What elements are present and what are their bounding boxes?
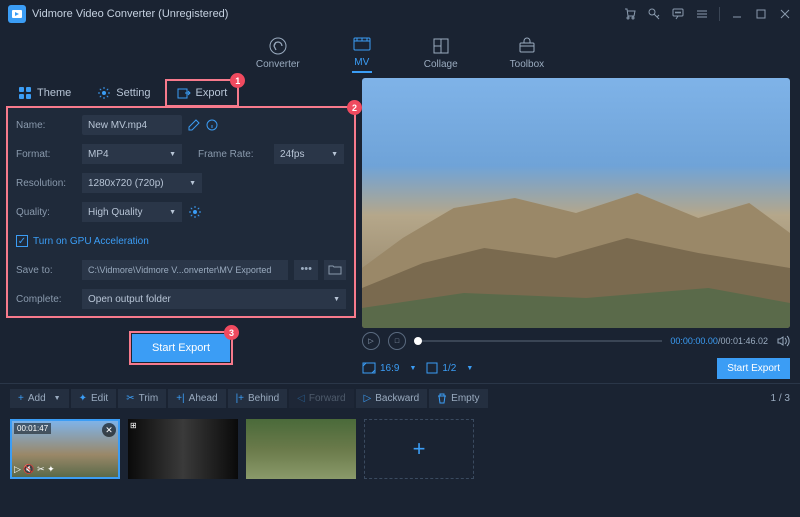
gpu-checkbox[interactable]: ✓ Turn on GPU Acceleration bbox=[16, 235, 149, 247]
right-panel: ▷ □ 00:00:00.00/00:01:46.02 16:9▼ 1/2▼ S… bbox=[362, 78, 800, 383]
video-preview[interactable] bbox=[362, 78, 790, 328]
minimize-icon[interactable] bbox=[730, 7, 744, 21]
clip-counter: 1 / 3 bbox=[771, 393, 790, 404]
ahead-button[interactable]: +|Ahead bbox=[168, 389, 225, 408]
volume-icon[interactable] bbox=[776, 334, 790, 348]
aspect-ratio-select[interactable]: 16:9▼ bbox=[362, 362, 416, 374]
browse-button[interactable]: ••• bbox=[294, 260, 318, 280]
thumbnail-1-close[interactable]: ✕ bbox=[102, 423, 116, 437]
resolution-label: Resolution: bbox=[16, 178, 76, 189]
app-logo bbox=[8, 5, 26, 23]
nav-converter[interactable]: Converter bbox=[256, 36, 300, 70]
open-folder-icon[interactable] bbox=[324, 260, 346, 280]
timecode: 00:00:00.00/00:01:46.02 bbox=[670, 336, 768, 346]
stop-button[interactable]: □ bbox=[388, 332, 406, 350]
tab-theme[interactable]: Theme bbox=[8, 81, 81, 105]
backward-button[interactable]: ▷Backward bbox=[356, 389, 428, 408]
key-icon[interactable] bbox=[647, 7, 661, 21]
export-form: Name: Format: MP4▼ Frame Rate: 24fps▼ Re… bbox=[8, 108, 354, 316]
edit-button[interactable]: ✦Edit bbox=[71, 389, 117, 408]
tab-setting[interactable]: Setting bbox=[87, 81, 160, 105]
saveto-label: Save to: bbox=[16, 265, 76, 276]
empty-button[interactable]: Empty bbox=[429, 389, 487, 408]
edit-name-icon[interactable] bbox=[188, 119, 200, 131]
nav-collage[interactable]: Collage bbox=[424, 36, 458, 70]
saveto-path: C:\Vidmore\Vidmore V...onverter\MV Expor… bbox=[82, 260, 288, 280]
quality-settings-icon[interactable] bbox=[188, 205, 202, 219]
badge-1: 1 bbox=[230, 73, 245, 88]
thumbnail-1-tools: ▷ 🔇 ✂ ✦ bbox=[14, 464, 55, 475]
format-select[interactable]: MP4▼ bbox=[82, 144, 182, 164]
nav-mv[interactable]: MV bbox=[352, 34, 372, 73]
thumbnail-3[interactable] bbox=[246, 419, 356, 479]
quality-label: Quality: bbox=[16, 207, 76, 218]
player-controls: ▷ □ 00:00:00.00/00:01:46.02 bbox=[362, 328, 790, 354]
framerate-label: Frame Rate: bbox=[198, 149, 268, 160]
forward-button[interactable]: ◁Forward bbox=[289, 389, 353, 408]
left-panel: Theme Setting Export 1 2 Name: bbox=[0, 78, 362, 383]
framerate-select[interactable]: 24fps▼ bbox=[274, 144, 344, 164]
thumbnail-2[interactable]: ⊞ bbox=[128, 419, 238, 479]
start-export-right-button[interactable]: Start Export bbox=[717, 358, 790, 379]
add-button[interactable]: +Add▼ bbox=[10, 389, 69, 408]
badge-2: 2 bbox=[347, 100, 362, 115]
complete-select[interactable]: Open output folder▼ bbox=[82, 289, 346, 309]
tab-export[interactable]: Export 1 bbox=[167, 81, 238, 105]
add-thumbnail-button[interactable]: + bbox=[364, 419, 474, 479]
close-icon[interactable] bbox=[778, 7, 792, 21]
thumbnail-1[interactable]: 00:01:47 ✕ ▷ 🔇 ✂ ✦ bbox=[10, 419, 120, 479]
titlebar: Vidmore Video Converter (Unregistered) bbox=[0, 0, 800, 28]
timeline-slider[interactable] bbox=[414, 340, 662, 342]
feedback-icon[interactable] bbox=[671, 7, 685, 21]
format-label: Format: bbox=[16, 149, 76, 160]
main-nav: Converter MV Collage Toolbox bbox=[0, 28, 800, 78]
quality-select[interactable]: High Quality▼ bbox=[82, 202, 182, 222]
info-icon[interactable] bbox=[206, 119, 218, 131]
behind-button[interactable]: |+Behind bbox=[228, 389, 288, 408]
name-input[interactable] bbox=[82, 115, 182, 135]
badge-3: 3 bbox=[224, 325, 239, 340]
app-title: Vidmore Video Converter (Unregistered) bbox=[32, 8, 228, 20]
clip-toolbar: +Add▼ ✦Edit ✂Trim +|Ahead |+Behind ◁Forw… bbox=[0, 383, 800, 413]
resolution-select[interactable]: 1280x720 (720p)▼ bbox=[82, 173, 202, 193]
trim-button[interactable]: ✂Trim bbox=[118, 389, 166, 408]
play-button[interactable]: ▷ bbox=[362, 332, 380, 350]
scale-select[interactable]: 1/2▼ bbox=[426, 362, 473, 374]
thumbnail-strip: 00:01:47 ✕ ▷ 🔇 ✂ ✦ ⊞ + bbox=[0, 413, 800, 485]
maximize-icon[interactable] bbox=[754, 7, 768, 21]
nav-toolbox[interactable]: Toolbox bbox=[510, 36, 544, 70]
name-label: Name: bbox=[16, 120, 76, 131]
menu-icon[interactable] bbox=[695, 7, 709, 21]
cart-icon[interactable] bbox=[623, 7, 637, 21]
complete-label: Complete: bbox=[16, 294, 76, 305]
